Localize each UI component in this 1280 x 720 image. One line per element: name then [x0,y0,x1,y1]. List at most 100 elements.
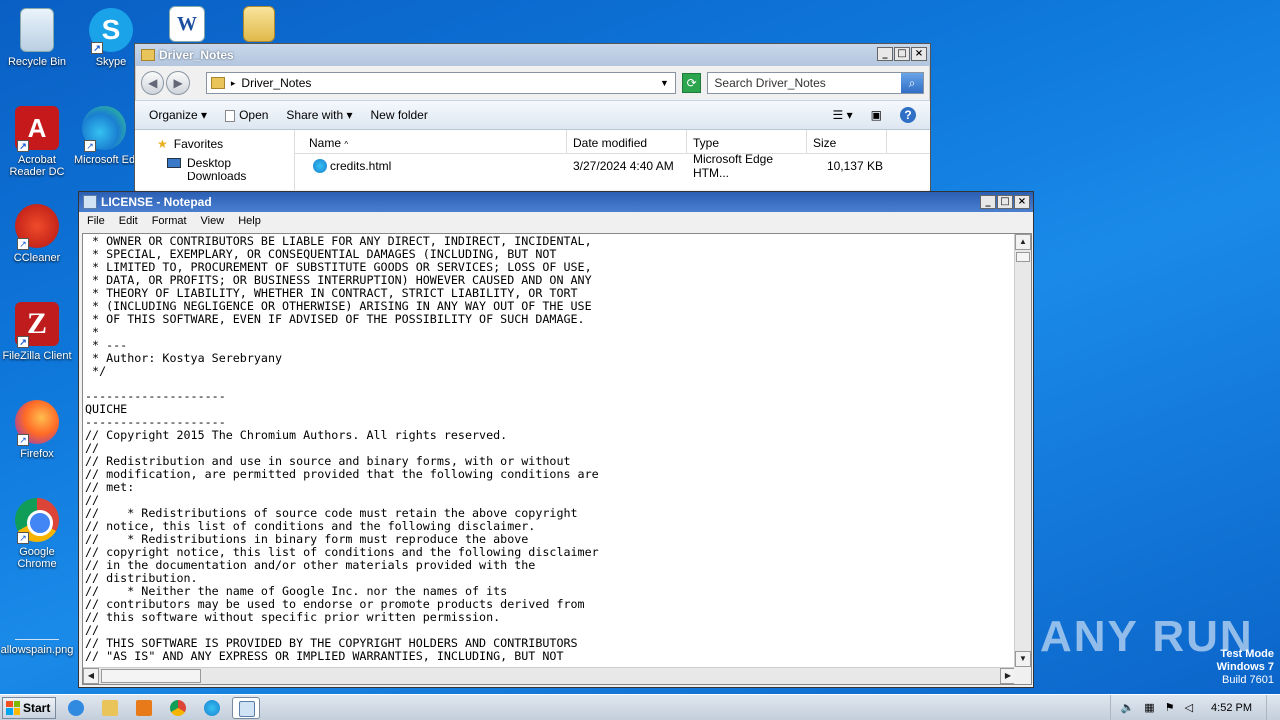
desktop-icon-chrome[interactable]: ↗ Google Chrome [0,498,74,570]
notepad-window[interactable]: LICENSE - Notepad _ □ × File Edit Format… [78,191,1034,688]
scroll-left-button[interactable]: ◀ [83,668,99,684]
menu-help[interactable]: Help [238,215,261,227]
volume-icon[interactable]: ◁ [1185,701,1193,714]
chrome-icon [170,699,186,716]
column-type[interactable]: Type [687,130,807,153]
desktop-icon-edge[interactable]: ↗ Microsoft Ed [74,106,134,166]
horizontal-scrollbar[interactable]: ◀ ▶ [83,667,1016,684]
share-with-button[interactable]: Share with ▾ [286,108,352,122]
start-button[interactable]: Start [2,696,56,719]
chevron-right-icon[interactable]: ▸ [231,78,236,89]
desktop-icon-label: FileZilla Client [2,350,72,362]
editor-text[interactable]: * OWNER OR CONTRIBUTORS BE LIABLE FOR AN… [85,235,1015,665]
windows-logo-icon [6,700,20,715]
minimize-button[interactable]: _ [877,47,893,61]
show-desktop-button[interactable] [1266,695,1280,720]
speaker-icon[interactable]: 🔈 [1121,701,1135,714]
notepad-window-controls: _ □ × [980,195,1030,209]
organize-button[interactable]: Organize ▾ [149,108,207,122]
menu-file[interactable]: File [87,215,105,227]
taskbar-explorer[interactable] [96,697,124,719]
image-file-icon [15,596,59,640]
column-headers: Name ^ Date modified Type Size [295,130,930,154]
desktop-icon-word-doc[interactable]: W [150,6,224,46]
maximize-button[interactable]: □ [997,195,1013,209]
preview-pane-icon[interactable]: ▣ [871,108,882,122]
open-label: Open [239,108,269,122]
desktop-icon-label: Microsoft Ed [74,154,134,166]
taskbar-chrome[interactable] [164,697,192,719]
vertical-scrollbar[interactable]: ▲ ▼ [1014,234,1031,667]
share-with-label: Share with [286,108,344,122]
nav-item-favorites[interactable]: ★ Favorites [157,134,294,153]
chevron-down-icon[interactable]: ▼ [660,78,669,88]
scroll-thumb[interactable] [1016,252,1030,262]
media-player-icon [136,699,152,716]
taskbar-media-player[interactable] [130,697,158,719]
desktop-icon-label: Acrobat Reader DC [9,154,65,178]
menu-view[interactable]: View [201,215,225,227]
desktop-icon-label: allowspain.png [0,644,74,656]
windows-version-label: Windows 7 [1216,661,1274,673]
taskbar-edge[interactable] [198,697,226,719]
desktop-icon-label: Recycle Bin [7,56,67,68]
address-row: ◀ ▶ ▸ Driver_Notes ▼ ⟳ Search Driver_Not… [135,66,930,100]
close-button[interactable]: × [911,47,927,61]
desktop-icon-ccleaner[interactable]: ↗ CCleaner [0,204,74,264]
refresh-button[interactable]: ⟳ [681,73,702,93]
desktop-icon-folder[interactable] [222,6,296,46]
resize-grip[interactable] [1014,667,1031,684]
clock[interactable]: 4:52 PM [1211,702,1252,714]
desktop-icon-recycle-bin[interactable]: Recycle Bin [0,8,74,68]
menu-edit[interactable]: Edit [119,215,138,227]
minimize-button[interactable]: _ [980,195,996,209]
help-icon[interactable]: ? [900,107,916,123]
desktop-icon [167,157,181,168]
menu-format[interactable]: Format [152,215,187,227]
nav-item-downloads[interactable]: Downloads [157,172,294,180]
back-button[interactable]: ◀ [141,71,165,95]
taskbar-notepad[interactable] [232,696,260,719]
system-tray: 🔈 ▦ ⚑ ◁ 4:52 PM [1109,695,1260,720]
folder-icon [102,699,118,716]
new-folder-button[interactable]: New folder [370,108,427,122]
file-date: 3/27/2024 4:40 AM [573,159,674,173]
taskbar-ie[interactable] [62,697,90,719]
edge-icon: ↗ [82,106,126,152]
file-list: Name ^ Date modified Type Size credits.h… [295,130,930,190]
column-date-modified[interactable]: Date modified [567,130,687,153]
notepad-title-bar[interactable]: LICENSE - Notepad [79,192,1033,212]
explorer-window[interactable]: Driver_Notes _ □ × ◀ ▶ ▸ Driver_Notes ▼ … [134,43,931,193]
desktop-icon-filezilla[interactable]: Z ↗ FileZilla Client [0,302,74,362]
column-name[interactable]: Name ^ [295,130,567,153]
address-bar[interactable]: ▸ Driver_Notes ▼ [205,72,676,94]
text-editor[interactable]: * OWNER OR CONTRIBUTORS BE LIABLE FOR AN… [82,233,1032,685]
scroll-thumb[interactable] [101,669,201,683]
explorer-window-controls: _ □ × [877,47,927,61]
scroll-down-button[interactable]: ▼ [1015,651,1031,667]
scroll-up-button[interactable]: ▲ [1015,234,1031,250]
search-icon[interactable]: ⌕ [901,73,923,93]
ccleaner-icon: ↗ [15,204,59,250]
view-options-icon[interactable]: ☰ ▾ [833,108,853,122]
flag-icon[interactable]: ⚑ [1165,701,1175,714]
maximize-button[interactable]: □ [894,47,910,61]
desktop-icon-firefox[interactable]: ↗ Firefox [0,400,74,460]
os-info: Test Mode Windows 7 Build 7601 [1217,648,1274,687]
forward-button[interactable]: ▶ [166,71,190,95]
folder-icon [210,77,225,89]
search-input[interactable]: Search Driver_Notes ⌕ [707,72,924,94]
file-name-cell: credits.html [295,159,567,173]
network-icon[interactable]: ▦ [1144,701,1154,714]
open-button[interactable]: Open [225,108,268,122]
close-button[interactable]: × [1014,195,1030,209]
nav-item-desktop[interactable]: Desktop [157,153,294,172]
desktop-icon-allowspain[interactable]: allowspain.png [0,596,74,656]
explorer-title-bar[interactable]: Driver_Notes [135,44,930,66]
word-document-icon: W [169,6,205,42]
menu-bar: File Edit Format View Help [79,212,1033,230]
column-size[interactable]: Size [807,130,887,153]
start-label: Start [23,700,51,715]
desktop-icon-acrobat[interactable]: A ↗ Acrobat Reader DC [0,106,74,178]
table-row[interactable]: credits.html 3/27/2024 4:40 AM Microsoft… [295,152,930,180]
